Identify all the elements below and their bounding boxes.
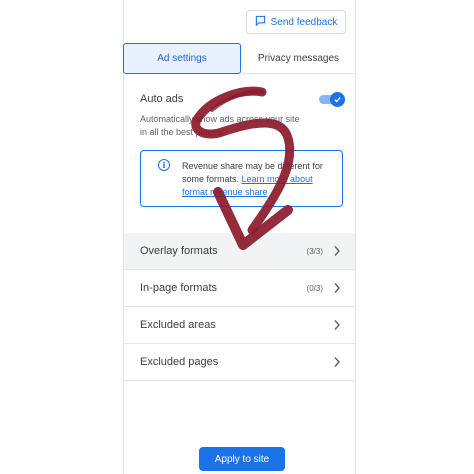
auto-ads-toggle[interactable] — [319, 92, 345, 107]
auto-ads-title: Auto ads — [140, 93, 184, 105]
tab-privacy-messages[interactable]: Privacy messages — [241, 43, 356, 74]
section-label: Excluded areas — [140, 319, 216, 331]
revenue-share-text: Revenue share may be different for some … — [182, 160, 338, 199]
section-label: Overlay formats — [140, 245, 218, 257]
toggle-knob — [330, 92, 345, 107]
section-excluded-areas[interactable]: Excluded areas — [124, 307, 355, 344]
auto-ads-description: Automatically show ads across your site … — [140, 114, 300, 137]
section-in-page-formats[interactable]: In-page formats (0/3) — [124, 270, 355, 307]
section-excluded-pages[interactable]: Excluded pages — [124, 344, 355, 381]
revenue-share-notice: i Revenue share may be different for som… — [140, 150, 343, 207]
section-label: Excluded pages — [140, 356, 219, 368]
chevron-right-icon — [334, 283, 340, 293]
send-feedback-label: Send feedback — [270, 16, 338, 28]
tab-ad-settings[interactable]: Ad settings — [123, 43, 241, 74]
feedback-icon — [255, 15, 266, 29]
settings-tabs: Ad settings Privacy messages — [123, 43, 356, 74]
section-count: (0/3) — [306, 283, 323, 293]
chevron-right-icon — [334, 357, 340, 367]
check-icon — [334, 97, 341, 103]
apply-to-site-button[interactable]: Apply to site — [199, 447, 285, 471]
section-overlay-formats[interactable]: Overlay formats (3/3) — [124, 233, 355, 270]
section-label: In-page formats — [140, 282, 218, 294]
send-feedback-button[interactable]: Send feedback — [246, 10, 346, 34]
chevron-right-icon — [334, 246, 340, 256]
info-icon: i — [158, 159, 170, 171]
section-count: (3/3) — [306, 246, 323, 256]
chevron-right-icon — [334, 320, 340, 330]
